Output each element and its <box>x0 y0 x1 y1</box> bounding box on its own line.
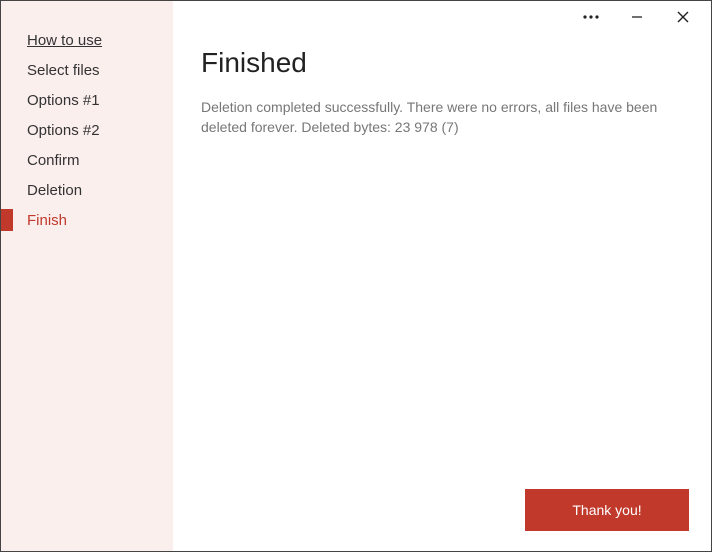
nav-active-marker <box>1 29 13 51</box>
sidebar-item-label: Finish <box>13 212 67 229</box>
sidebar-item-label: Select files <box>13 62 100 79</box>
more-button[interactable] <box>581 7 601 27</box>
nav-active-marker <box>1 89 13 111</box>
main-content: Finished Deletion completed successfully… <box>173 1 711 551</box>
sidebar-item-select-files[interactable]: Select files <box>1 55 173 85</box>
sidebar-item-label: Options #1 <box>13 92 100 109</box>
sidebar-item-how-to-use[interactable]: How to use <box>1 25 173 55</box>
page-title: Finished <box>201 47 681 79</box>
sidebar-item-label: Options #2 <box>13 122 100 139</box>
sidebar-item-finish[interactable]: Finish <box>1 205 173 235</box>
sidebar-item-label: How to use <box>13 32 102 49</box>
sidebar-item-options-1[interactable]: Options #1 <box>1 85 173 115</box>
sidebar-item-label: Confirm <box>13 152 80 169</box>
app-window: How to use Select files Options #1 Optio… <box>0 0 712 552</box>
nav-active-marker <box>1 209 13 231</box>
thank-you-button[interactable]: Thank you! <box>525 489 689 531</box>
footer-actions: Thank you! <box>525 489 689 531</box>
sidebar-nav: How to use Select files Options #1 Optio… <box>1 1 173 551</box>
nav-active-marker <box>1 119 13 141</box>
status-message: Deletion completed successfully. There w… <box>201 97 681 138</box>
titlebar-controls <box>581 1 711 33</box>
sidebar-item-options-2[interactable]: Options #2 <box>1 115 173 145</box>
sidebar-item-label: Deletion <box>13 182 82 199</box>
minimize-button[interactable] <box>627 7 647 27</box>
sidebar-item-deletion[interactable]: Deletion <box>1 175 173 205</box>
sidebar-item-confirm[interactable]: Confirm <box>1 145 173 175</box>
nav-active-marker <box>1 149 13 171</box>
nav-active-marker <box>1 59 13 81</box>
nav-active-marker <box>1 179 13 201</box>
close-button[interactable] <box>673 7 693 27</box>
